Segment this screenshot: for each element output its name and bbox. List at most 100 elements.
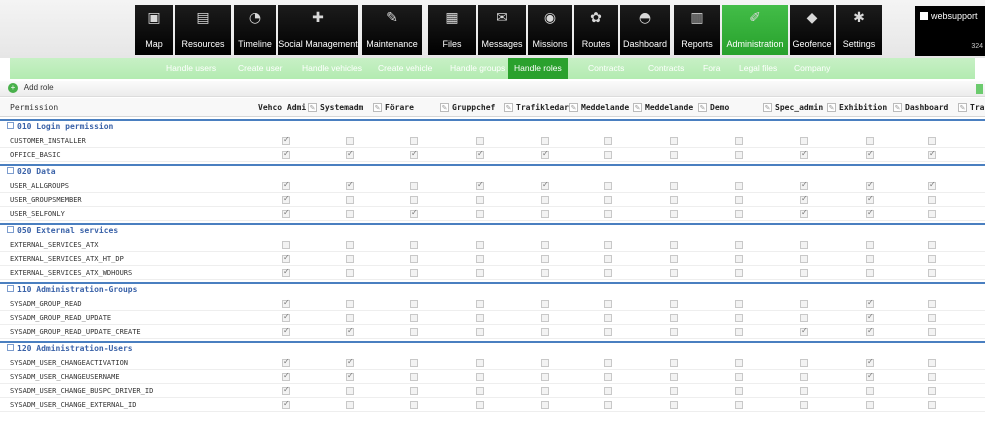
permission-checkbox[interactable] <box>604 255 612 263</box>
collapse-icon[interactable] <box>7 122 14 129</box>
edit-role-icon[interactable]: ✎ <box>440 103 449 112</box>
permission-checkbox[interactable] <box>735 255 743 263</box>
permission-checkbox[interactable] <box>541 137 549 145</box>
permission-checkbox[interactable] <box>282 180 290 190</box>
permission-checkbox[interactable] <box>541 241 549 249</box>
permission-checkbox[interactable] <box>928 210 936 218</box>
permission-checkbox[interactable] <box>541 196 549 204</box>
nav-item-settings[interactable]: ✱ Settings <box>836 5 882 55</box>
permission-group-header[interactable]: 110 Administration-Groups <box>0 282 985 296</box>
sub-nav-item-handle-users[interactable]: Handle users <box>160 58 222 79</box>
permission-checkbox[interactable] <box>800 300 808 308</box>
permission-checkbox[interactable] <box>866 326 874 336</box>
permission-checkbox[interactable] <box>282 326 290 336</box>
permission-checkbox[interactable] <box>670 328 678 336</box>
permission-checkbox[interactable] <box>282 298 290 308</box>
permission-checkbox[interactable] <box>410 241 418 249</box>
sub-nav-item-create-vehicle[interactable]: Create vehicle <box>372 58 438 79</box>
permission-checkbox[interactable] <box>670 359 678 367</box>
permission-checkbox[interactable] <box>866 149 874 159</box>
permission-checkbox[interactable] <box>866 357 874 367</box>
permission-checkbox[interactable] <box>866 401 874 409</box>
permission-checkbox[interactable] <box>541 210 549 218</box>
permission-checkbox[interactable] <box>800 255 808 263</box>
permission-checkbox[interactable] <box>928 137 936 145</box>
permission-checkbox[interactable] <box>604 196 612 204</box>
permission-checkbox[interactable] <box>346 387 354 395</box>
permission-checkbox[interactable] <box>541 328 549 336</box>
permission-checkbox[interactable] <box>735 300 743 308</box>
permission-checkbox[interactable] <box>866 255 874 263</box>
permission-checkbox[interactable] <box>928 269 936 277</box>
sub-nav-item-contracts[interactable]: Contracts <box>582 58 630 79</box>
permission-checkbox[interactable] <box>346 196 354 204</box>
sub-nav-item-fora[interactable]: Fora <box>697 58 726 79</box>
permission-checkbox[interactable] <box>928 300 936 308</box>
permission-checkbox[interactable] <box>282 385 290 395</box>
permission-checkbox[interactable] <box>670 401 678 409</box>
permission-checkbox[interactable] <box>928 180 936 190</box>
permission-checkbox[interactable] <box>800 180 808 190</box>
permission-checkbox[interactable] <box>800 314 808 322</box>
nav-item-resources[interactable]: ▤ Resources <box>175 5 231 55</box>
permission-checkbox[interactable] <box>282 135 290 145</box>
permission-checkbox[interactable] <box>670 387 678 395</box>
permission-checkbox[interactable] <box>541 180 549 190</box>
permission-checkbox[interactable] <box>800 194 808 204</box>
edit-role-icon[interactable]: ✎ <box>373 103 382 112</box>
collapse-icon[interactable] <box>7 226 14 233</box>
permission-checkbox[interactable] <box>670 151 678 159</box>
permission-checkbox[interactable] <box>735 387 743 395</box>
permission-checkbox[interactable] <box>735 269 743 277</box>
permission-checkbox[interactable] <box>604 373 612 381</box>
permission-checkbox[interactable] <box>735 359 743 367</box>
permission-checkbox[interactable] <box>800 359 808 367</box>
permission-checkbox[interactable] <box>410 359 418 367</box>
permission-checkbox[interactable] <box>928 196 936 204</box>
edit-role-icon[interactable]: ✎ <box>569 103 578 112</box>
permission-checkbox[interactable] <box>541 401 549 409</box>
permission-checkbox[interactable] <box>346 180 354 190</box>
permission-checkbox[interactable] <box>282 371 290 381</box>
permission-checkbox[interactable] <box>346 137 354 145</box>
permission-checkbox[interactable] <box>866 194 874 204</box>
permission-checkbox[interactable] <box>346 269 354 277</box>
permission-checkbox[interactable] <box>476 328 484 336</box>
permission-checkbox[interactable] <box>282 194 290 204</box>
edit-role-icon[interactable]: ✎ <box>827 103 836 112</box>
permission-checkbox[interactable] <box>800 326 808 336</box>
permission-checkbox[interactable] <box>928 328 936 336</box>
permission-checkbox[interactable] <box>800 208 808 218</box>
nav-item-social-management[interactable]: ✚ Social Management <box>278 5 358 55</box>
permission-checkbox[interactable] <box>410 196 418 204</box>
permission-checkbox[interactable] <box>410 149 418 159</box>
permission-checkbox[interactable] <box>282 253 290 263</box>
permission-checkbox[interactable] <box>604 387 612 395</box>
nav-item-reports[interactable]: ▥ Reports <box>674 5 720 55</box>
sub-nav-item-contracts[interactable]: Contracts <box>642 58 690 79</box>
permission-checkbox[interactable] <box>735 182 743 190</box>
permission-checkbox[interactable] <box>670 314 678 322</box>
permission-checkbox[interactable] <box>541 269 549 277</box>
permission-checkbox[interactable] <box>541 149 549 159</box>
permission-checkbox[interactable] <box>928 373 936 381</box>
permission-checkbox[interactable] <box>866 312 874 322</box>
permission-checkbox[interactable] <box>866 137 874 145</box>
permission-checkbox[interactable] <box>800 387 808 395</box>
permission-checkbox[interactable] <box>282 312 290 322</box>
permission-checkbox[interactable] <box>476 255 484 263</box>
permission-checkbox[interactable] <box>670 210 678 218</box>
permission-checkbox[interactable] <box>282 149 290 159</box>
permission-checkbox[interactable] <box>410 314 418 322</box>
permission-checkbox[interactable] <box>410 182 418 190</box>
permission-checkbox[interactable] <box>604 328 612 336</box>
permission-checkbox[interactable] <box>866 180 874 190</box>
permission-checkbox[interactable] <box>541 255 549 263</box>
edit-role-icon[interactable]: ✎ <box>504 103 513 112</box>
nav-item-dashboard[interactable]: ◓ Dashboard <box>620 5 670 55</box>
permission-checkbox[interactable] <box>541 300 549 308</box>
permission-checkbox[interactable] <box>346 149 354 159</box>
permission-checkbox[interactable] <box>800 149 808 159</box>
edit-role-icon[interactable]: ✎ <box>308 103 317 112</box>
permission-checkbox[interactable] <box>476 300 484 308</box>
